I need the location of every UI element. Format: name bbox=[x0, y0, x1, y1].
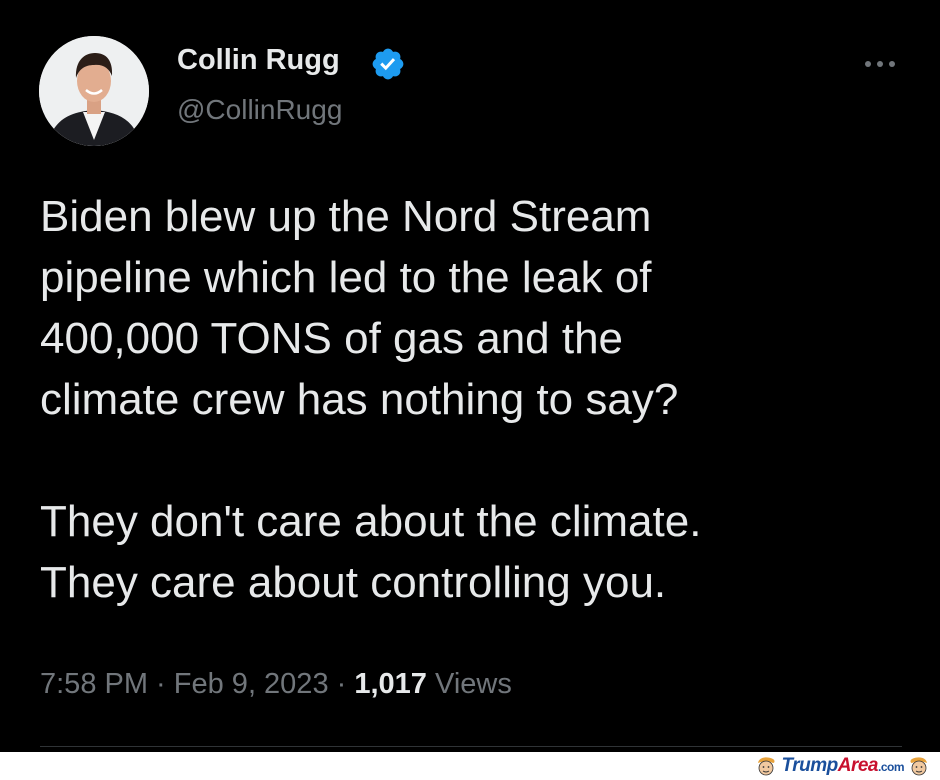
watermark: TrumpArea.com bbox=[755, 754, 930, 778]
avatar[interactable] bbox=[39, 36, 149, 146]
meta-separator: · bbox=[328, 668, 355, 700]
display-name[interactable]: Collin Rugg bbox=[177, 44, 340, 77]
trump-face-logo-icon bbox=[758, 757, 775, 776]
more-options-icon[interactable] bbox=[860, 52, 900, 76]
watermark-name-1: Trump bbox=[781, 755, 838, 776]
user-handle[interactable]: @CollinRugg bbox=[177, 94, 342, 126]
tweet-card: Collin Rugg @CollinRugg Biden blew up th… bbox=[0, 0, 940, 752]
trump-face-logo-icon bbox=[910, 757, 927, 776]
watermark-text: TrumpArea.com bbox=[781, 755, 904, 777]
tweet-text: Biden blew up the Nord Stream pipeline w… bbox=[40, 192, 702, 607]
watermark-domain: .com bbox=[877, 760, 905, 774]
tweet-date[interactable]: Feb 9, 2023 bbox=[174, 668, 329, 700]
verified-badge-icon bbox=[372, 48, 404, 80]
meta-separator: · bbox=[148, 668, 174, 700]
divider bbox=[40, 746, 902, 747]
avatar-image bbox=[39, 36, 149, 146]
tweet-time[interactable]: 7:58 PM bbox=[40, 668, 148, 700]
views-label: Views bbox=[426, 668, 512, 700]
views-count[interactable]: 1,017 bbox=[354, 668, 427, 700]
watermark-bar: TrumpArea.com bbox=[0, 752, 940, 780]
watermark-name-2: Area bbox=[837, 755, 879, 776]
tweet-meta: 7:58 PM · Feb 9, 2023 · 1,017 Views bbox=[40, 668, 512, 701]
